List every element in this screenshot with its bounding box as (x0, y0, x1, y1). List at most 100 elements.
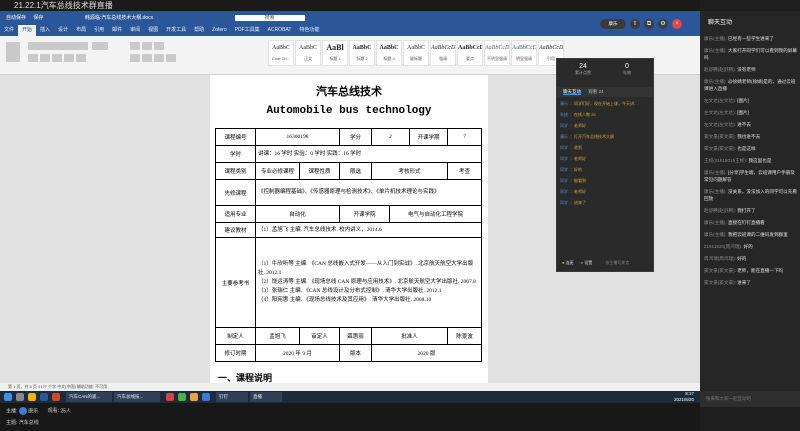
style-item[interactable]: AaBbCcD 不明显强调 (484, 40, 510, 66)
app-icon[interactable] (178, 393, 186, 401)
taskbar-app[interactable]: 钉钉 (216, 392, 248, 402)
chat-message: 左文达(左文达): [图片] (704, 110, 749, 115)
cell-label: 考核形式 (371, 162, 448, 180)
chat-message: 窦文豪(窦文豪): 我也进不去 (704, 134, 761, 139)
tab-insert[interactable]: 插入 (36, 25, 54, 36)
reference-item: （3）张瑞仁 主编. 《CAN 总线设计及分布式控制》. 清华大学出版社. 20… (258, 288, 442, 294)
share-icon[interactable]: ⇧ (630, 19, 640, 29)
live-panel: 24 累计点赞 0 礼物 聊天互动 观看 24 康乐 ：同学们好，现在开始上课，今天讲… (556, 58, 654, 272)
autosave-toggle[interactable]: 自动保存 (6, 15, 26, 21)
search-icon[interactable] (16, 393, 24, 401)
tab-pdf[interactable]: PDF工具集 (231, 25, 264, 36)
topic-info: 主题: 汽车总线 (6, 420, 39, 426)
tab-file[interactable]: 文件 (0, 25, 18, 36)
numbering-icon[interactable] (142, 42, 152, 50)
tab-zotero[interactable]: Zotero (208, 25, 230, 36)
host-badge[interactable]: 康乐 (600, 19, 626, 29)
chat-message: 左文达(左文达): 进不去 (704, 122, 751, 127)
list-item: 同学 ：能看到 (560, 178, 586, 183)
popout-icon[interactable]: ⧉ (644, 19, 654, 29)
file-explorer-icon[interactable] (28, 393, 36, 401)
cell-value: 考查 (447, 162, 482, 180)
chat-message: 康乐(主播): 我把云班课的二维码发到群里 (704, 232, 788, 237)
strikethrough-icon[interactable] (64, 54, 74, 62)
status-bar: 第 1 页，共 8 页 4127 个字 中文(中国) 辅助功能: 不可用 (0, 383, 700, 391)
tab-developer[interactable]: 开发工具 (162, 25, 190, 36)
ribbon-tabs: 文件 开始 插入 设计 布局 引用 邮件 审阅 视图 开发工具 帮助 Zotero PDF工具集 ACRO… (0, 25, 700, 36)
tab-design[interactable]: 设计 (54, 25, 72, 36)
close-icon[interactable]: × (672, 19, 682, 29)
justify-icon[interactable] (166, 54, 176, 62)
align-center-icon[interactable] (142, 54, 152, 62)
mic-button[interactable]: 连麦 (566, 260, 574, 265)
align-right-icon[interactable] (154, 54, 164, 62)
taskbar-app[interactable]: 汽车CAN的遥... (66, 392, 112, 402)
settings-button[interactable]: 设置 (584, 260, 592, 265)
style-item[interactable]: AaBbC 标题 2 (349, 40, 375, 66)
powerpoint-icon[interactable] (52, 393, 60, 401)
bullets-icon[interactable] (130, 42, 140, 50)
style-item[interactable]: AaBbC Char Ch... (268, 40, 294, 66)
reference-item: （4）阳宪惠 主编. 《现场总线技术及其应用》. 清华大学出版社. 2008.1… (258, 297, 432, 303)
start-icon[interactable] (4, 393, 12, 401)
app-icon[interactable] (166, 393, 174, 401)
title-bar: 自动保存 保存 韩源临:汽车总线技术大纲.docx 搜索 (0, 11, 700, 25)
align-left-icon[interactable] (130, 54, 140, 62)
chat-input[interactable]: 快来和大家一起互动吧 (700, 391, 800, 407)
tab-viewers[interactable]: 观看 24 (588, 89, 603, 94)
cell-value: 限选 (339, 162, 372, 180)
chat-message: 窦文豪(窦文豪): 也是这样 (704, 146, 756, 151)
list-item: 同学 ：老师好 (560, 123, 586, 128)
cell-value: 2020 版 (371, 344, 482, 362)
tab-help[interactable]: 帮助 (190, 25, 208, 36)
paste-icon[interactable] (6, 42, 20, 62)
underline-icon[interactable] (52, 54, 62, 62)
indent-icon[interactable] (154, 42, 164, 50)
chat-message: 康乐(主播): 直接在钉钉直播看 (704, 220, 765, 225)
cell-value: 薛惠丽 (339, 327, 372, 345)
chat-panel: 聊天互动 康乐(主播): 已经有一些学生进来了 康乐(主播): 大家打开同学们可… (700, 11, 800, 407)
word-icon[interactable] (40, 393, 48, 401)
app-icon[interactable] (202, 393, 210, 401)
style-item[interactable]: AaBbC 正文 (295, 40, 321, 66)
tab-review[interactable]: 审阅 (126, 25, 144, 36)
settings-gear-icon[interactable]: ⚙ (658, 19, 668, 29)
cell-label: 版本 (339, 344, 372, 362)
tab-acrobat[interactable]: ACROBAT (264, 25, 296, 36)
search-box[interactable]: 搜索 (234, 15, 305, 21)
settings-icon[interactable]: ● (581, 260, 583, 265)
document-page[interactable]: 汽车总线技术 Automobile bus technology 课程编号 16… (210, 75, 488, 383)
font-family-select[interactable] (28, 42, 88, 50)
tab-chat[interactable]: 聊天互动 (563, 89, 581, 95)
style-item[interactable]: AaBbC 副标题 (403, 40, 429, 66)
tab-references[interactable]: 引用 (90, 25, 108, 36)
reference-item: （1）牛欣听等 主编. 《CAN 总线嵌入式开发——从入门到实战》. 北京航天航… (258, 261, 474, 276)
style-item[interactable]: AaBbCcD 明显强调 (511, 40, 537, 66)
chat-message: 窦文豪(窦文豪): 进来了 (704, 280, 751, 285)
style-item[interactable]: AaBbC 标题 3 (376, 40, 402, 66)
bold-icon[interactable] (28, 54, 38, 62)
chat-message: 王桢(21618015王桢): 我这里也是 (704, 158, 772, 163)
save-button[interactable]: 保存 (33, 15, 43, 21)
cell-label: 批准人 (371, 327, 448, 345)
taskbar-app[interactable]: 汽车总线技... (114, 392, 160, 402)
mic-icon[interactable]: ● (562, 260, 564, 265)
style-item[interactable]: AaBbCcD 强调 (430, 40, 456, 66)
chrome-icon[interactable] (190, 393, 198, 401)
style-item[interactable]: AaBbCcD 要点 (457, 40, 483, 66)
tab-mailings[interactable]: 邮件 (108, 25, 126, 36)
taskbar-app[interactable]: 直播 (250, 392, 282, 402)
list-item: 同学 ：好的 (560, 167, 582, 172)
tab-features[interactable]: 特色功能 (295, 25, 323, 36)
cell-value: 讲课：16 学时 实验：0 学时 实践：16 学时 (255, 145, 482, 163)
italic-icon[interactable] (40, 54, 50, 62)
tab-layout[interactable]: 布局 (72, 25, 90, 36)
font-color-icon[interactable] (76, 54, 86, 62)
font-size-select[interactable] (92, 42, 108, 50)
style-item[interactable]: AaBl 标题 1 (322, 40, 348, 66)
chat-message: 康乐(主播): @徐婧老师(徐婧)是的，通过云班课进入直播 (704, 79, 796, 91)
tab-home[interactable]: 开始 (18, 25, 37, 36)
tab-view[interactable]: 视图 (144, 25, 162, 36)
chat-message: 康乐(主播): 没关系，没法加入的同学可以先看回放 (704, 189, 797, 201)
cell-label: 先修课程 (215, 179, 256, 206)
